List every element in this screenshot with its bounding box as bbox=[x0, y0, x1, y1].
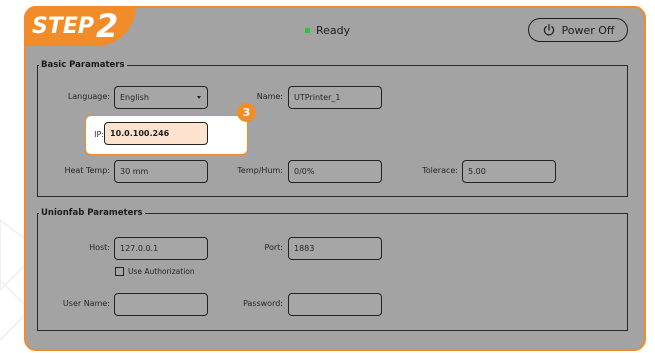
user-name-label: User Name: bbox=[62, 299, 110, 308]
ip-label: IP: bbox=[94, 130, 104, 139]
temp-hum-input[interactable]: 0/0% bbox=[288, 160, 382, 183]
language-label: Language: bbox=[67, 92, 110, 101]
ip-highlight: IP: 10.0.100.246 bbox=[86, 116, 247, 154]
step-word: STEP bbox=[32, 13, 95, 39]
host-label: Host: bbox=[89, 243, 110, 252]
heat-temp-value: 30 mm bbox=[120, 167, 149, 176]
user-name-input[interactable] bbox=[114, 293, 208, 316]
name-label: Name: bbox=[256, 92, 283, 101]
heat-temp-label: Heat Temp: bbox=[64, 166, 110, 175]
ip-input[interactable]: 10.0.100.246 bbox=[104, 122, 208, 145]
ip-value: 10.0.100.246 bbox=[110, 129, 170, 138]
step-marker-badge: 3 bbox=[237, 103, 256, 122]
chevron-down-icon bbox=[197, 96, 201, 99]
password-label: Password: bbox=[242, 299, 283, 308]
host-value: 127.0.0.1 bbox=[120, 244, 159, 253]
status-text: Ready bbox=[316, 24, 351, 37]
language-select[interactable]: English bbox=[114, 86, 208, 109]
port-label: Port: bbox=[264, 243, 283, 252]
heat-temp-input[interactable]: 30 mm bbox=[114, 160, 208, 183]
tolerace-label: Tolerace: bbox=[422, 166, 458, 175]
name-value: UTPrinter_1 bbox=[294, 93, 341, 102]
power-off-label: Power Off bbox=[561, 23, 615, 37]
host-input[interactable]: 127.0.0.1 bbox=[114, 237, 208, 260]
unionfab-parameters-legend: Unionfab Parameters bbox=[41, 208, 143, 218]
use-authorization-label: Use Authorization bbox=[128, 267, 195, 276]
status-dot-icon bbox=[305, 28, 310, 33]
power-off-button[interactable]: Power Off bbox=[528, 18, 628, 42]
power-icon bbox=[543, 24, 554, 36]
use-authorization-row[interactable]: Use Authorization bbox=[115, 267, 195, 276]
name-input[interactable]: UTPrinter_1 bbox=[288, 86, 382, 109]
use-authorization-checkbox[interactable] bbox=[115, 267, 124, 276]
language-value: English bbox=[120, 93, 149, 102]
temp-hum-value: 0/0% bbox=[294, 167, 315, 176]
step-number: 2 bbox=[96, 7, 119, 45]
password-input[interactable] bbox=[288, 293, 382, 316]
status-indicator: Ready bbox=[305, 24, 350, 37]
port-input[interactable]: 1883 bbox=[288, 237, 382, 260]
port-value: 1883 bbox=[294, 244, 315, 253]
tolerace-input[interactable]: 5.00 bbox=[462, 160, 556, 183]
basic-parameters-legend: Basic Paramaters bbox=[41, 60, 125, 70]
tolerace-value: 5.00 bbox=[468, 167, 486, 176]
temp-hum-label: Temp/Hum: bbox=[237, 166, 283, 175]
